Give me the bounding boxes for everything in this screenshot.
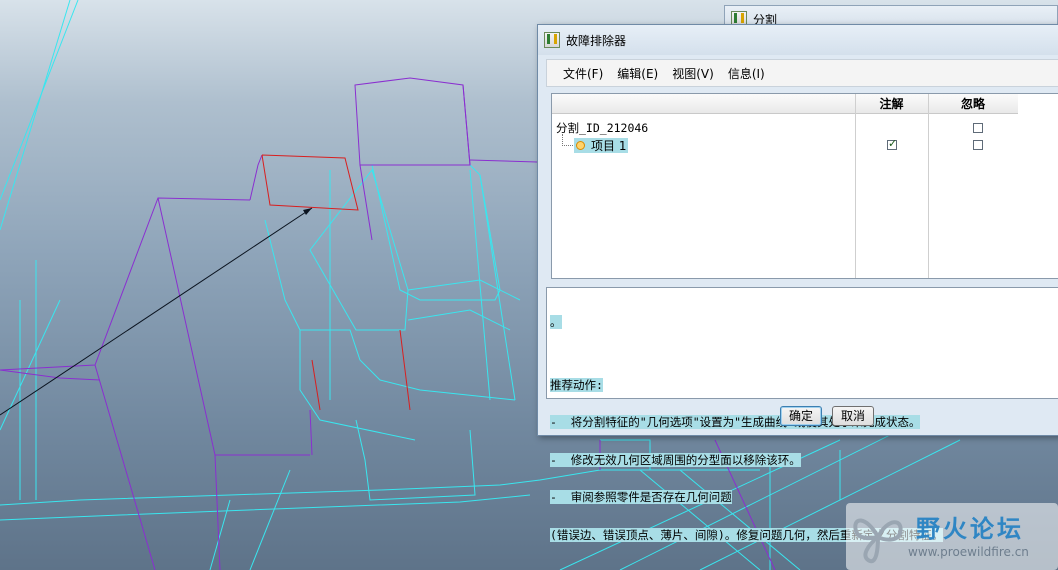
app-icon	[544, 32, 560, 48]
watermark-title: 野火论坛	[916, 515, 1024, 543]
tree-row-item[interactable]: 项目 1	[574, 138, 629, 153]
column-divider	[855, 94, 856, 278]
menu-info[interactable]: 信息(I)	[728, 65, 765, 82]
message-line: - 修改无效几何区域周围的分型面以移除该环。	[550, 452, 801, 467]
message-line: 。	[550, 315, 562, 329]
item-ignore-checkbox[interactable]	[973, 140, 983, 150]
troubleshooter-dialog: 故障排除器 文件(F) 编辑(E) 视图(V) 信息(I) 注解 忽略 分割_I…	[537, 24, 1058, 542]
root-ignore-checkbox[interactable]	[973, 123, 983, 133]
col-header-ignore[interactable]: 忽略	[928, 94, 1018, 114]
issue-tree: 注解 忽略 分割_ID_212046 项目 1	[551, 93, 1058, 279]
menu-view[interactable]: 视图(V)	[672, 65, 714, 82]
column-divider	[928, 94, 929, 278]
watermark-url: www.proewildfire.cn	[908, 545, 1029, 559]
dialog-titlebar[interactable]: 故障排除器	[538, 25, 1058, 55]
tree-root-label: 分割_ID_212046	[556, 121, 649, 135]
forum-watermark: 野火论坛 www.proewildfire.cn	[846, 503, 1058, 570]
col-header-annotate[interactable]: 注解	[855, 94, 928, 114]
message-panel: 。 推荐动作: - 将分割特征的"几何选项"设置为"生成曲线"或使其处于未完成状…	[546, 287, 1058, 542]
menu-file[interactable]: 文件(F)	[563, 65, 603, 82]
warning-dot-icon	[576, 141, 585, 150]
menu-bar: 文件(F) 编辑(E) 视图(V) 信息(I)	[546, 59, 1058, 87]
tree-item-label: 项目 1	[591, 139, 627, 153]
butterfly-logo	[853, 518, 903, 564]
cancel-button[interactable]: 取消	[832, 406, 874, 426]
col-header-name	[552, 94, 855, 114]
message-line: 推荐动作:	[550, 377, 603, 392]
dialog-title: 故障排除器	[566, 33, 627, 48]
item-annotate-checkbox[interactable]	[887, 137, 897, 150]
message-line: - 审阅参照零件是否存在几何问题	[550, 490, 732, 504]
menu-edit[interactable]: 编辑(E)	[617, 65, 658, 82]
ok-button[interactable]: 确定	[780, 406, 822, 426]
